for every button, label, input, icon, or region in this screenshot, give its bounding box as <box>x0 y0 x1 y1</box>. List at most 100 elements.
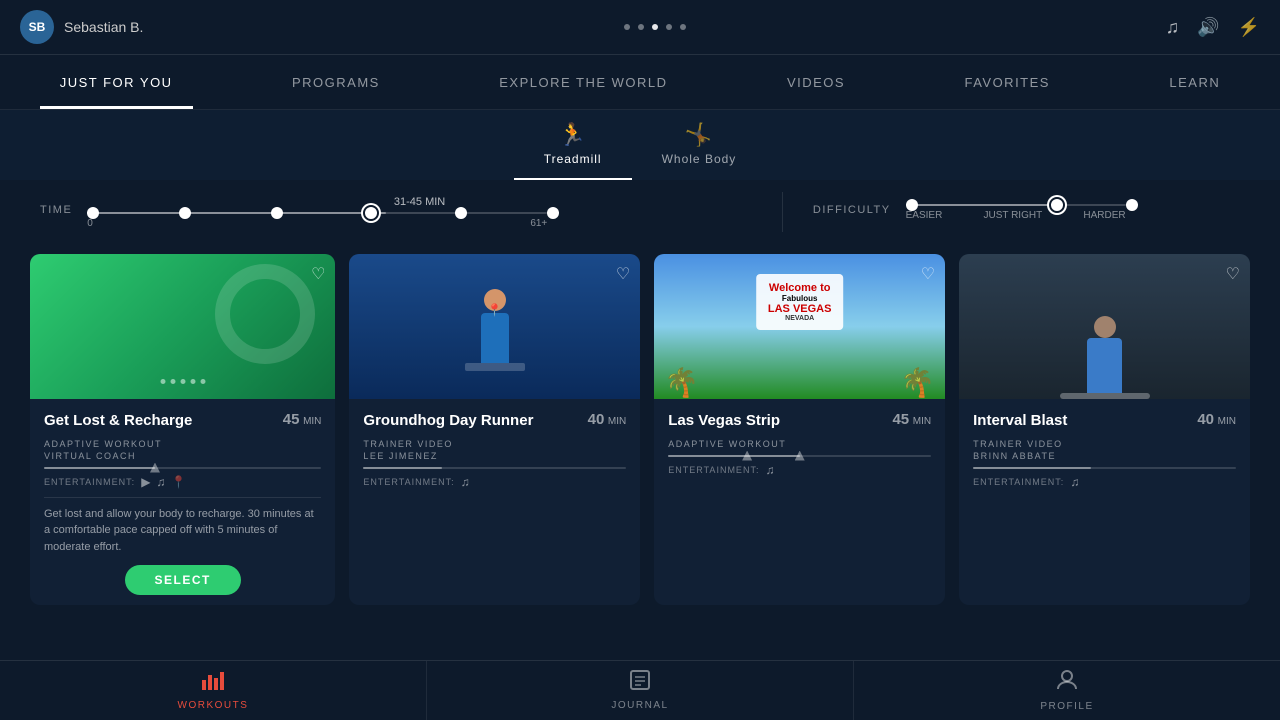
lv-sign-las-vegas: LAS VEGAS <box>768 303 832 315</box>
tab-treadmill-label: Treadmill <box>544 152 602 166</box>
dot-5[interactable] <box>680 24 686 30</box>
card-body-3: Las Vegas Strip 45 MIN ADAPTIVE WORKOUT … <box>654 399 945 487</box>
progress-bar-2 <box>363 467 626 469</box>
music-note-icon-2[interactable]: ♫ <box>461 475 470 489</box>
bottom-nav-profile[interactable]: PROFILE <box>854 661 1280 720</box>
card-image-1: ♡ <box>30 254 335 399</box>
card-tag-2a: TRAINER VIDEO <box>363 439 626 449</box>
bottom-nav-workouts[interactable]: WORKOUTS <box>0 661 427 720</box>
volume-icon[interactable]: 🔊 <box>1197 17 1219 38</box>
favorite-btn-2[interactable]: ♡ <box>616 264 630 284</box>
card-divider-1 <box>44 497 321 498</box>
card-entertainment-2: ENTERTAINMENT: ♫ <box>363 475 626 489</box>
lv-sign-nevada: NEVADA <box>768 315 832 322</box>
cards-area: ♡ Get Lost & Recharge 45 MIN ADAPTIVE WO… <box>0 240 1280 619</box>
nav-item-videos[interactable]: VIDEOS <box>767 55 865 109</box>
nav-item-explore-world[interactable]: EXPLORE THE WORLD <box>479 55 687 109</box>
bluetooth-icon[interactable]: ⚡ <box>1238 17 1260 38</box>
profile-label: PROFILE <box>1040 701 1093 712</box>
music-note-icon-3[interactable]: ♫ <box>765 463 774 477</box>
card-las-vegas: ♡ Welcome to Fabulous LAS VEGAS NEVADA 🌴… <box>654 254 945 605</box>
card-duration-4: 40 MIN <box>1197 411 1236 428</box>
slider-dot-1[interactable] <box>87 207 99 219</box>
favorite-btn-3[interactable]: ♡ <box>921 264 935 284</box>
slider-dot-2[interactable] <box>179 207 191 219</box>
time-slider[interactable] <box>87 212 547 214</box>
select-button-1[interactable]: SELECT <box>125 565 241 595</box>
music-note-icon-1[interactable]: ♫ <box>156 475 165 489</box>
dot-1[interactable] <box>624 24 630 30</box>
header: SB Sebastian B. ♫ 🔊 ⚡ <box>0 0 1280 55</box>
trainer-figure <box>1060 316 1150 399</box>
card-title-1: Get Lost & Recharge <box>44 411 192 431</box>
lv-sign-fabulous: Fabulous <box>768 294 832 303</box>
profile-icon <box>1056 669 1078 697</box>
tab-whole-body[interactable]: 🤸 Whole Body <box>632 110 767 180</box>
activity-tabs: 🏃 Treadmill 🤸 Whole Body <box>0 110 1280 180</box>
ent-label-2: ENTERTAINMENT: <box>363 477 454 487</box>
diff-min-label: EASIER <box>906 210 943 221</box>
nav-item-programs[interactable]: PROGRAMS <box>272 55 400 109</box>
diff-dot-2[interactable] <box>1049 197 1065 213</box>
card-title-row-1: Get Lost & Recharge 45 MIN <box>44 411 321 431</box>
card-entertainment-1: ENTERTAINMENT: ▶ ♫ 📍 <box>44 475 321 489</box>
diff-dot-1[interactable] <box>906 199 918 211</box>
music-icon[interactable]: ♫ <box>1166 17 1180 38</box>
bottom-nav-journal[interactable]: JOURNAL <box>427 661 854 720</box>
dot-2[interactable] <box>638 24 644 30</box>
treadmill-belt <box>465 363 525 371</box>
dot-3[interactable] <box>652 24 658 30</box>
lv-sign: Welcome to Fabulous LAS VEGAS NEVADA <box>756 274 844 330</box>
difficulty-slider[interactable] <box>906 204 1126 206</box>
favorite-btn-4[interactable]: ♡ <box>1226 264 1240 284</box>
progress-bar-4 <box>973 467 1236 469</box>
dot-4[interactable] <box>666 24 672 30</box>
card-title-3: Las Vegas Strip <box>668 411 780 431</box>
treadmill-icon: 🏃 <box>558 122 586 148</box>
runner-pin: 📍 <box>487 303 502 317</box>
time-max-label: 61+ <box>530 218 547 229</box>
card-duration-1: 45 MIN <box>283 411 322 428</box>
treadmill-surface <box>1060 393 1150 399</box>
lv-sign-welcome: Welcome to <box>768 282 832 294</box>
header-icons: ♫ 🔊 ⚡ <box>1166 17 1260 38</box>
diff-dot-3[interactable] <box>1126 199 1138 211</box>
palm-tree-right: 🌴 <box>900 366 935 399</box>
avatar: SB <box>20 10 54 44</box>
card-image-4: ♡ <box>959 254 1250 399</box>
favorite-btn-1[interactable]: ♡ <box>311 264 325 284</box>
workouts-label: WORKOUTS <box>178 700 249 711</box>
nav-item-learn[interactable]: LEARN <box>1149 55 1240 109</box>
ent-label-1: ENTERTAINMENT: <box>44 477 135 487</box>
card-entertainment-3: ENTERTAINMENT: ♫ <box>668 463 931 477</box>
runner-body: 📍 <box>481 313 509 363</box>
card-tag-1a: ADAPTIVE WORKOUT <box>44 439 321 449</box>
card-groundhog: ♡ 📍 Groundhog Day Runner 40 MIN TRAINER … <box>349 254 640 605</box>
card-title-row-2: Groundhog Day Runner 40 MIN <box>363 411 626 431</box>
card-image-3: ♡ Welcome to Fabulous LAS VEGAS NEVADA 🌴… <box>654 254 945 399</box>
filters-row: TIME 31-45 MIN 0 61+ DIFFICULTY <box>0 180 1280 240</box>
journal-label: JOURNAL <box>611 700 668 711</box>
header-dots <box>624 24 686 30</box>
card-tag-4b: BRINN ABBATE <box>973 451 1236 461</box>
slider-dot-3[interactable] <box>271 207 283 219</box>
card-title-2: Groundhog Day Runner <box>363 411 533 431</box>
nav-item-just-for-you[interactable]: JUST FOR YOU <box>40 55 193 109</box>
card-tag-4a: TRAINER VIDEO <box>973 439 1236 449</box>
slider-dot-5[interactable] <box>455 207 467 219</box>
card-tag-3a: ADAPTIVE WORKOUT <box>668 439 931 449</box>
nav-item-favorites[interactable]: FAVORITES <box>944 55 1070 109</box>
tab-treadmill[interactable]: 🏃 Treadmill <box>514 110 632 180</box>
play-icon-1[interactable]: ▶ <box>141 475 150 489</box>
card-entertainment-4: ENTERTAINMENT: ♫ <box>973 475 1236 489</box>
progress-bar-3 <box>668 455 931 457</box>
ent-label-4: ENTERTAINMENT: <box>973 477 1064 487</box>
music-note-icon-4[interactable]: ♫ <box>1070 475 1079 489</box>
slider-dot-6[interactable] <box>547 207 559 219</box>
location-icon-1[interactable]: 📍 <box>171 475 186 489</box>
diff-max-label: HARDER <box>1083 210 1125 221</box>
diff-just-right-label: JUST RIGHT <box>983 210 1042 221</box>
slider-dot-4[interactable] <box>363 205 379 221</box>
card-body-2: Groundhog Day Runner 40 MIN TRAINER VIDE… <box>349 399 640 499</box>
card-body-4: Interval Blast 40 MIN TRAINER VIDEO BRIN… <box>959 399 1250 499</box>
